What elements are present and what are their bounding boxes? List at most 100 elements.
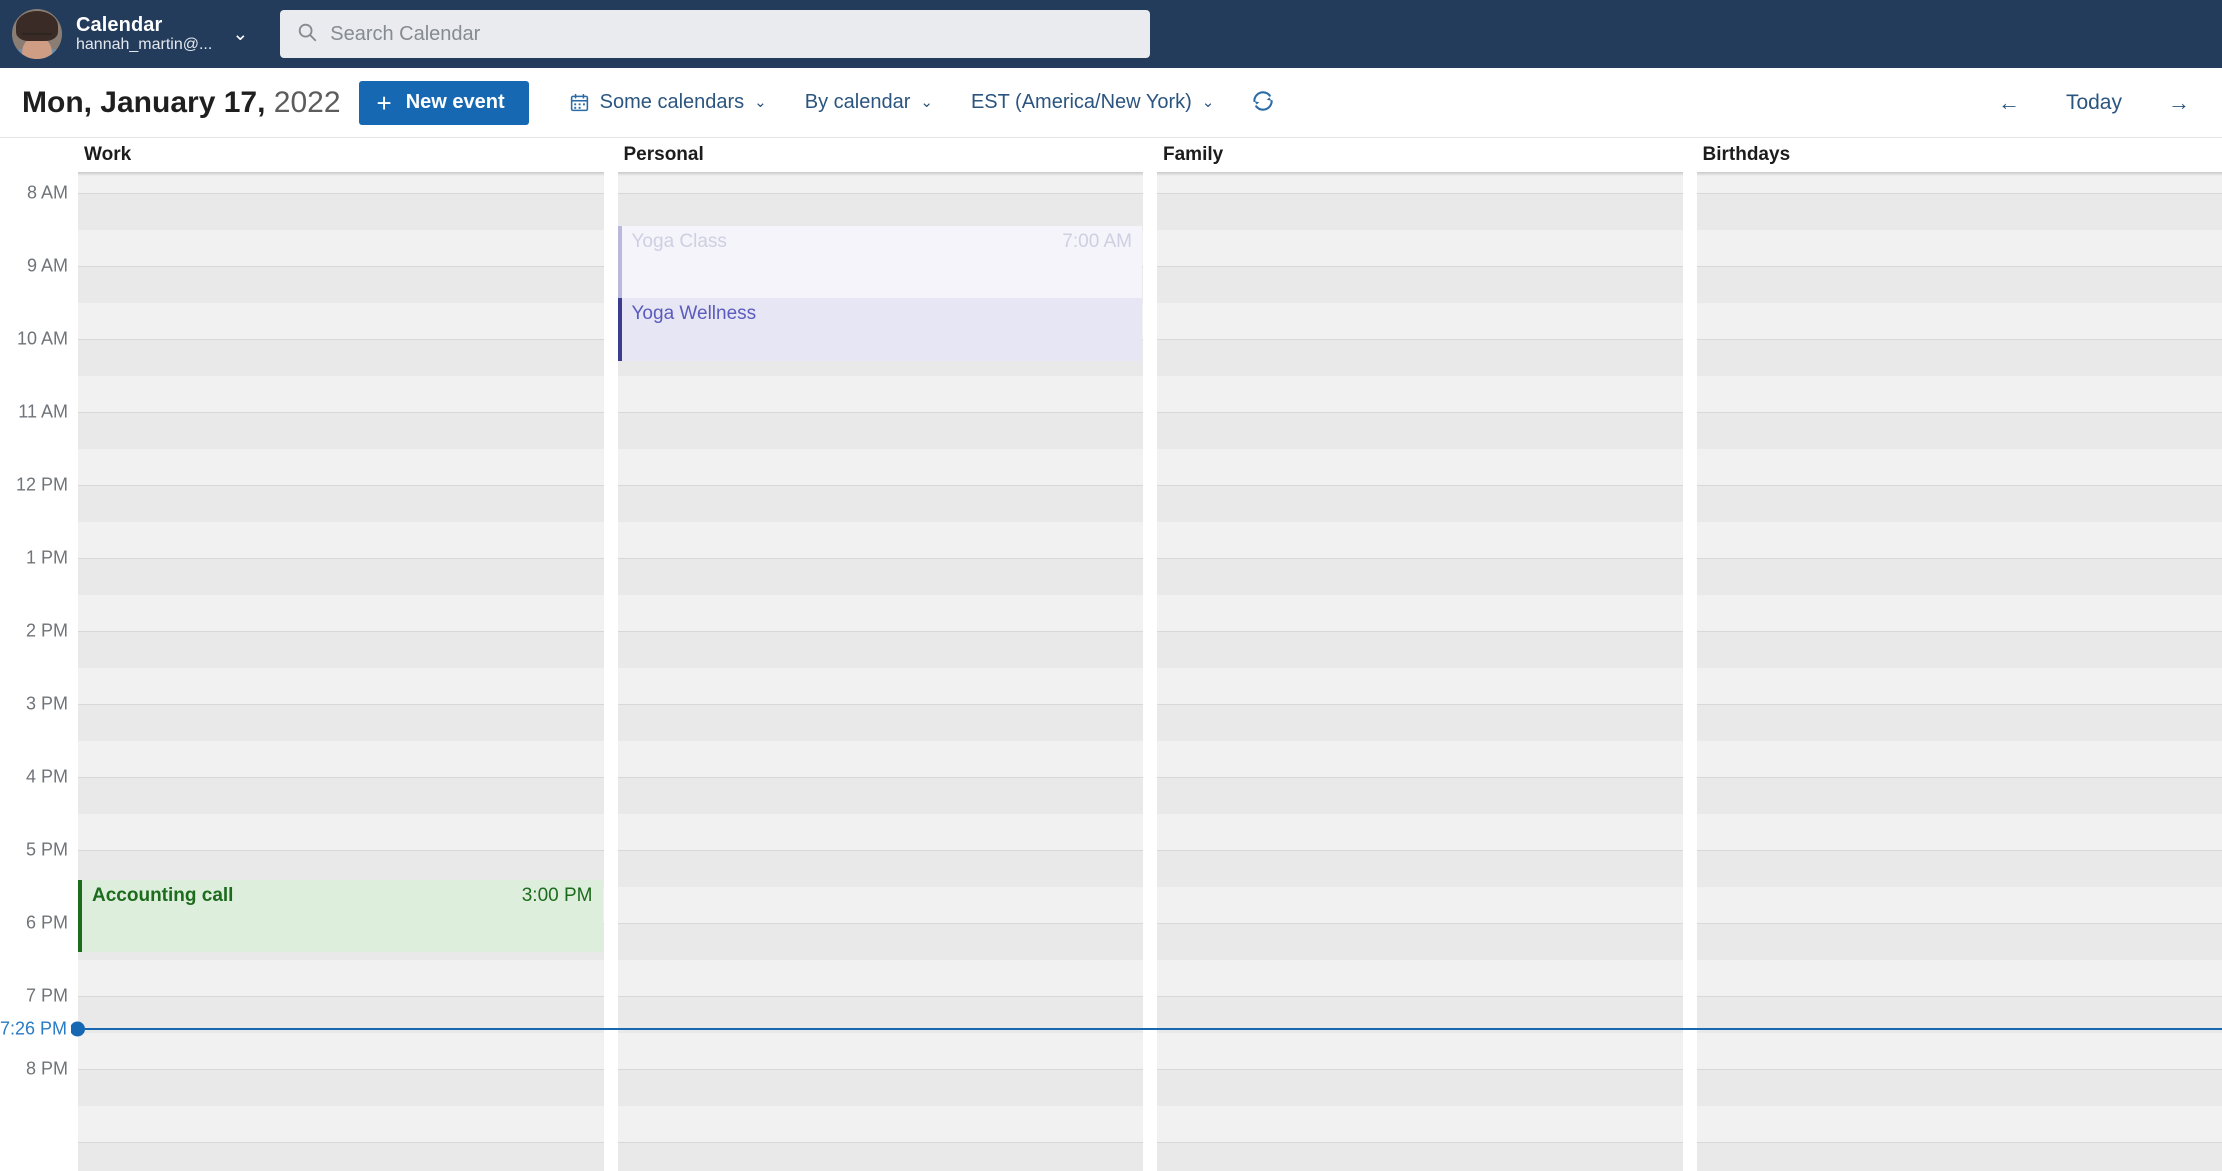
time-slot[interactable] — [78, 667, 604, 704]
new-event-button[interactable]: + New event — [358, 80, 529, 125]
time-slot[interactable] — [1696, 448, 2222, 485]
time-slot[interactable] — [617, 521, 1143, 558]
time-slot[interactable] — [78, 1069, 604, 1106]
time-slot[interactable] — [78, 302, 604, 339]
search-input[interactable] — [330, 22, 1135, 46]
refresh-button[interactable] — [1244, 82, 1282, 123]
time-slot[interactable] — [1157, 594, 1683, 631]
time-slot[interactable] — [1157, 193, 1683, 230]
calendar-event[interactable]: Accounting call 3:00 PM — [78, 880, 603, 952]
time-slot[interactable] — [1157, 1032, 1683, 1069]
time-slot[interactable] — [617, 667, 1143, 704]
time-slot[interactable] — [1157, 339, 1683, 376]
time-slot[interactable] — [78, 1142, 604, 1171]
time-slot[interactable] — [1696, 485, 2222, 522]
time-slot[interactable] — [617, 704, 1143, 741]
time-slot[interactable] — [617, 558, 1143, 595]
time-slot[interactable] — [617, 485, 1143, 522]
time-slot[interactable] — [1157, 923, 1683, 960]
time-slot[interactable] — [1696, 1142, 2222, 1171]
time-slot[interactable] — [1696, 704, 2222, 741]
time-slot[interactable] — [1696, 193, 2222, 230]
time-slot[interactable] — [78, 558, 604, 595]
time-slot[interactable] — [1157, 302, 1683, 339]
time-slot[interactable] — [1157, 1069, 1683, 1106]
time-slot[interactable] — [1696, 302, 2222, 339]
calendar-event[interactable]: Yoga Class 7:00 AM — [617, 226, 1142, 298]
account-switcher[interactable]: Calendar hannah_martin@... ⌄ — [12, 9, 258, 59]
time-slot[interactable] — [617, 740, 1143, 777]
time-slot[interactable] — [1696, 813, 2222, 850]
time-slot[interactable] — [78, 412, 604, 449]
previous-day-button[interactable]: ← — [1992, 86, 2026, 120]
search-box[interactable] — [280, 10, 1151, 58]
time-slot[interactable] — [1696, 923, 2222, 960]
time-slot[interactable] — [1157, 667, 1683, 704]
time-slot[interactable] — [78, 704, 604, 741]
time-slot[interactable] — [617, 412, 1143, 449]
time-slot[interactable] — [617, 193, 1143, 230]
time-slot[interactable] — [617, 1142, 1143, 1171]
time-slot[interactable] — [78, 266, 604, 303]
time-slot[interactable] — [617, 959, 1143, 996]
time-slot[interactable] — [78, 339, 604, 376]
time-slot[interactable] — [1696, 412, 2222, 449]
time-slot[interactable] — [1696, 1032, 2222, 1069]
time-slot[interactable] — [617, 923, 1143, 960]
next-day-button[interactable]: → — [2162, 86, 2196, 120]
time-slot[interactable] — [1696, 631, 2222, 668]
current-date-title[interactable]: Mon, January 17, 2022 — [22, 86, 341, 120]
time-slot[interactable] — [1157, 412, 1683, 449]
column-slots[interactable] — [1696, 138, 2222, 1171]
time-slot[interactable] — [78, 594, 604, 631]
calendar-event[interactable]: Yoga Wellness — [617, 298, 1142, 361]
time-slot[interactable] — [1157, 558, 1683, 595]
time-slot[interactable] — [1696, 850, 2222, 887]
time-slot[interactable] — [1157, 813, 1683, 850]
calendar-column[interactable]: Accounting call 3:00 PM Work — [78, 138, 604, 1171]
time-slot[interactable] — [1157, 229, 1683, 266]
time-slot[interactable] — [1157, 740, 1683, 777]
time-slot[interactable] — [78, 485, 604, 522]
time-slot[interactable] — [1157, 959, 1683, 996]
time-slot[interactable] — [78, 740, 604, 777]
time-slot[interactable] — [617, 1069, 1143, 1106]
time-slot[interactable] — [1157, 704, 1683, 741]
time-slot[interactable] — [78, 631, 604, 668]
time-slot[interactable] — [617, 1032, 1143, 1069]
time-slot[interactable] — [78, 448, 604, 485]
column-slots[interactable]: Yoga Class 7:00 AM Yoga Wellness — [617, 138, 1143, 1171]
time-slot[interactable] — [1157, 485, 1683, 522]
time-slot[interactable] — [617, 631, 1143, 668]
time-slot[interactable] — [1696, 777, 2222, 814]
time-slot[interactable] — [78, 1032, 604, 1069]
time-slot[interactable] — [1696, 1105, 2222, 1142]
time-slot[interactable] — [1696, 1069, 2222, 1106]
calendars-filter-dropdown[interactable]: Some calendars ⌄ — [565, 85, 771, 120]
time-slot[interactable] — [617, 1105, 1143, 1142]
time-slot[interactable] — [617, 777, 1143, 814]
time-slot[interactable] — [1157, 266, 1683, 303]
time-slot[interactable] — [1157, 521, 1683, 558]
time-slot[interactable] — [78, 375, 604, 412]
time-slot[interactable] — [78, 1105, 604, 1142]
time-slot[interactable] — [78, 777, 604, 814]
time-slot[interactable] — [78, 959, 604, 996]
time-slot[interactable] — [1157, 850, 1683, 887]
today-button[interactable]: Today — [2060, 87, 2128, 119]
chevron-down-icon[interactable]: ⌄ — [232, 25, 248, 44]
calendar-column[interactable]: Yoga Class 7:00 AM Yoga Wellness Personal — [617, 138, 1143, 1171]
time-slot[interactable] — [1157, 375, 1683, 412]
time-slot[interactable] — [617, 594, 1143, 631]
time-slot[interactable] — [1696, 594, 2222, 631]
time-slot[interactable] — [1696, 886, 2222, 923]
calendar-column[interactable]: Birthdays — [1696, 138, 2222, 1171]
time-slot[interactable] — [1696, 266, 2222, 303]
time-slot[interactable] — [617, 448, 1143, 485]
time-slot[interactable] — [1696, 740, 2222, 777]
time-slot[interactable] — [1696, 521, 2222, 558]
time-slot[interactable] — [617, 850, 1143, 887]
avatar[interactable] — [12, 9, 62, 59]
time-slot[interactable] — [1696, 339, 2222, 376]
time-slot[interactable] — [1696, 375, 2222, 412]
